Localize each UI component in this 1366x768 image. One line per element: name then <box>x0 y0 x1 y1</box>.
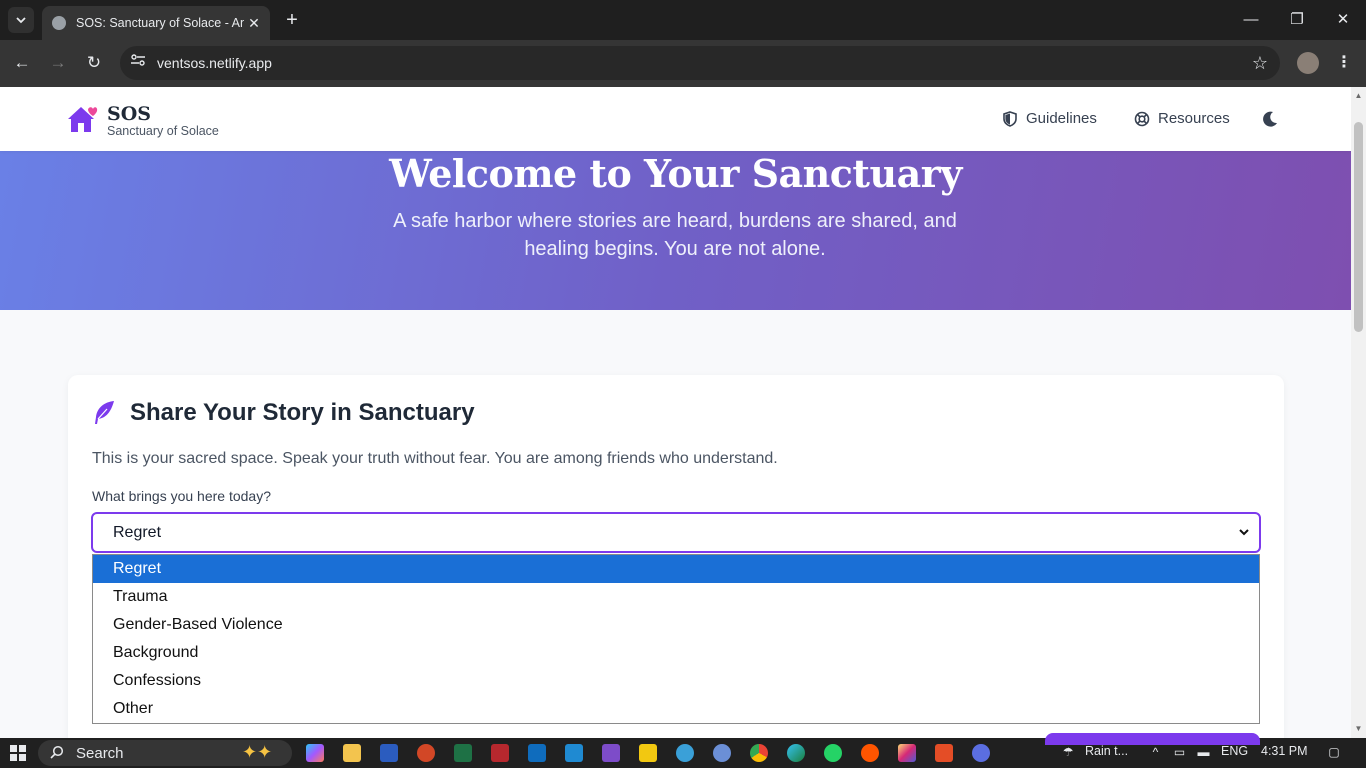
address-bar[interactable]: ventsos.netlify.app ☆ <box>120 46 1280 80</box>
hero-banner: Welcome to Your Sanctuary A safe harbor … <box>0 151 1351 310</box>
nav-guidelines[interactable]: Guidelines <box>1002 110 1097 127</box>
house-heart-icon[interactable] <box>67 105 99 133</box>
powerpoint-app-icon[interactable] <box>417 744 435 762</box>
chevron-up-icon[interactable]: ^ <box>1148 745 1163 760</box>
reload-button[interactable]: ↻ <box>82 51 106 75</box>
taskbar-search-placeholder: Search <box>76 745 124 762</box>
chevron-down-icon <box>1239 529 1249 536</box>
category-option[interactable]: Other <box>93 695 1259 723</box>
tab-close-icon[interactable]: ✕ <box>246 15 262 31</box>
card-title: Share Your Story in Sanctuary <box>130 399 475 426</box>
taskbar-search[interactable]: Search ✦✦ <box>38 740 292 766</box>
life-ring-icon <box>1134 111 1150 126</box>
category-option[interactable]: Gender-Based Violence <box>93 611 1259 639</box>
whatsapp-app-icon[interactable] <box>824 744 842 762</box>
url-text: ventsos.netlify.app <box>157 55 272 71</box>
bookmark-star-icon[interactable]: ☆ <box>1252 52 1268 74</box>
language-indicator[interactable]: ENG <box>1221 744 1248 758</box>
hero-title: Welcome to Your Sanctuary <box>389 151 962 196</box>
app-icon[interactable] <box>972 744 990 762</box>
chevron-down-icon <box>16 17 26 24</box>
scrollbar-thumb[interactable] <box>1354 122 1363 332</box>
site-info-icon[interactable] <box>128 53 148 73</box>
tab-title: SOS: Sanctuary of Solace - Anonymous <box>76 16 244 30</box>
app-icon[interactable] <box>935 744 953 762</box>
tab-search-button[interactable] <box>8 7 34 33</box>
card-description: This is your sacred space. Speak your tr… <box>92 450 778 467</box>
access-app-icon[interactable] <box>491 744 509 762</box>
r-app-icon[interactable] <box>713 744 731 762</box>
excel-app-icon[interactable] <box>454 744 472 762</box>
page-scrollbar[interactable]: ▲ ▼ <box>1351 87 1366 738</box>
windows-start-icon[interactable] <box>10 745 26 761</box>
hero-subtitle: A safe harbor where stories are heard, b… <box>393 210 957 260</box>
nav-resources[interactable]: Resources <box>1134 110 1230 127</box>
site-header: SOS Sanctuary of Solace Guidelines Resou… <box>0 87 1351 151</box>
scroll-up-icon[interactable]: ▲ <box>1354 91 1363 100</box>
brand-name[interactable]: SOS <box>107 103 151 125</box>
forward-button[interactable]: → <box>46 51 70 75</box>
app-icon[interactable] <box>676 744 694 762</box>
scroll-down-icon[interactable]: ▼ <box>1354 724 1363 733</box>
category-option[interactable]: Confessions <box>93 667 1259 695</box>
instagram-app-icon[interactable] <box>898 744 916 762</box>
shield-icon <box>1003 110 1017 127</box>
file-explorer-icon[interactable] <box>343 744 361 762</box>
back-button[interactable]: ← <box>10 51 34 75</box>
edge-app-icon[interactable] <box>787 744 805 762</box>
umbrella-rain-icon[interactable]: ☂ <box>1058 745 1078 760</box>
nav-guidelines-label: Guidelines <box>1026 110 1097 127</box>
chrome-app-icon[interactable] <box>750 744 768 762</box>
brand-subtitle: Sanctuary of Solace <box>107 124 219 138</box>
profile-avatar[interactable] <box>1297 52 1319 74</box>
moon-icon[interactable] <box>1261 110 1279 128</box>
category-select[interactable]: Regret <box>91 512 1261 553</box>
category-dropdown-list[interactable]: Regret Trauma Gender-Based Violence Back… <box>92 554 1260 724</box>
copilot-app-icon[interactable] <box>306 744 324 762</box>
word-app-icon[interactable] <box>380 744 398 762</box>
network-icon[interactable]: ▭ <box>1172 745 1187 760</box>
submit-story-button[interactable] <box>1045 733 1260 745</box>
notification-icon[interactable]: ▢ <box>1325 745 1343 760</box>
weather-text[interactable]: Rain t... <box>1085 744 1128 758</box>
power-bi-app-icon[interactable] <box>639 744 657 762</box>
soundcloud-app-icon[interactable] <box>861 744 879 762</box>
vscode-app-icon[interactable] <box>565 744 583 762</box>
category-select-value: Regret <box>113 524 162 541</box>
battery-icon[interactable]: ▬ <box>1196 745 1211 760</box>
sparkle-icon: ✦✦ <box>242 742 273 762</box>
window-close-button[interactable]: ✕ <box>1332 9 1354 31</box>
browser-menu-button[interactable]: ⋮ <box>1334 51 1354 75</box>
browser-tab-active[interactable]: SOS: Sanctuary of Solace - Anonymous ✕ <box>42 6 270 40</box>
browser-toolbar: ← → ↻ ventsos.netlify.app ☆ <box>0 40 1366 87</box>
outlook-app-icon[interactable] <box>528 744 546 762</box>
category-label: What brings you here today? <box>92 488 271 504</box>
restore-button[interactable]: ❐ <box>1286 9 1308 31</box>
feather-icon <box>95 401 114 424</box>
clock-time[interactable]: 4:31 PM <box>1261 744 1308 758</box>
visual-studio-app-icon[interactable] <box>602 744 620 762</box>
minimize-button[interactable]: — <box>1240 9 1262 31</box>
globe-icon <box>52 16 66 30</box>
browser-tab-bar: SOS: Sanctuary of Solace - Anonymous ✕ +… <box>0 0 1366 40</box>
new-tab-button[interactable]: + <box>283 9 301 31</box>
category-option[interactable]: Background <box>93 639 1259 667</box>
search-icon <box>50 745 64 759</box>
nav-resources-label: Resources <box>1158 110 1230 127</box>
category-option[interactable]: Regret <box>93 555 1259 583</box>
category-option[interactable]: Trauma <box>93 583 1259 611</box>
